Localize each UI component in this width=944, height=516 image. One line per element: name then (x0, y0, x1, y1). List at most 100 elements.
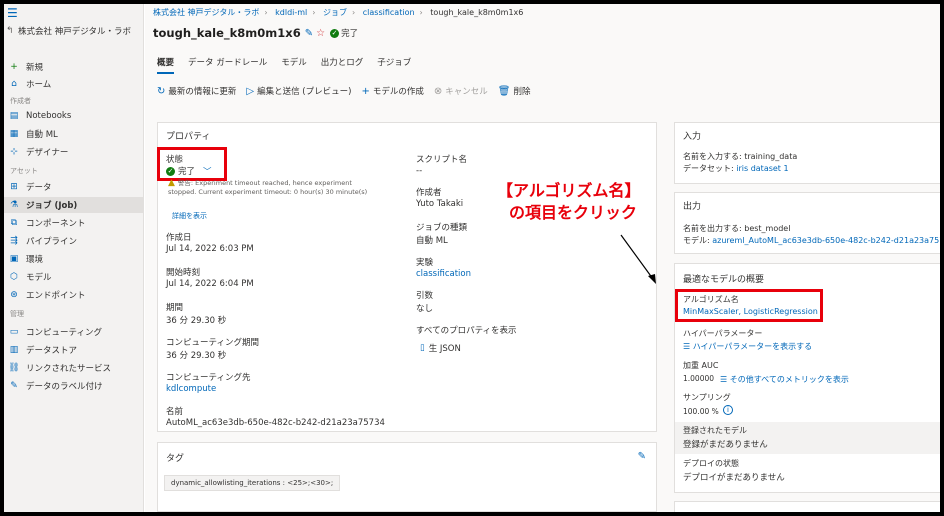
deploy-value: デプロイがまだありません (683, 473, 785, 483)
sidebar-item-designer[interactable]: ⊹ デザイナー (4, 144, 144, 160)
warning-message: ▲ 警告: Experiment timeout reached, hence e… (168, 178, 368, 197)
created-label: 作成日 (166, 233, 192, 243)
hyperparameter-link[interactable]: ☰ ハイパーパラメーターを表示する (683, 341, 812, 352)
created-value: Jul 14, 2022 6:03 PM (166, 244, 254, 254)
tab-outputs-logs[interactable]: 出力とログ (321, 56, 364, 74)
tab-models[interactable]: モデル (281, 56, 307, 74)
next-card (674, 501, 940, 512)
breadcrumb: 株式会社 神戸デジタル・ラボ › kdldi-ml › ジョブ › classific… (153, 8, 524, 17)
registered-model-section: 登録されたモデル 登録がまだありません (675, 422, 940, 454)
hamburger-icon[interactable]: ☰ (7, 6, 18, 20)
section-manage: 管理 (10, 310, 24, 318)
auc-value: 1.00000 (683, 374, 715, 383)
tag-pill: dynamic_allowlisting_iterations : <25>;<… (164, 475, 341, 491)
sidebar-item-new[interactable]: + 新規 (4, 59, 144, 75)
linked-services-icon: ⛓ (8, 363, 20, 373)
sidebar-item-jobs[interactable]: ⚗ ジョブ (Job) (4, 197, 144, 213)
notebook-icon: ▤ (9, 111, 19, 121)
output-model-row: モデル: azureml_AutoML_ac63e3db-650e-482c-b… (683, 235, 940, 246)
sidebar-item-components[interactable]: ⧉ コンポーネント (4, 215, 144, 231)
breadcrumb-jobs[interactable]: ジョブ (323, 8, 347, 17)
input-dataset-row: データセット: iris dataset 1 (683, 164, 789, 173)
script-label: スクリプト名 (416, 155, 468, 165)
metrics-link[interactable]: ☰ その他すべてのメトリックを表示 (720, 374, 849, 385)
compute-icon: ▭ (9, 327, 19, 337)
jobs-icon: ⚗ (9, 200, 19, 210)
output-header: 出力 (683, 202, 702, 212)
sidebar-item-compute[interactable]: ▭ コンピューティング (4, 324, 144, 340)
favorite-star-icon[interactable]: ☆ (316, 28, 325, 39)
job-type-label: ジョブの種類 (416, 223, 468, 233)
sidebar-item-endpoints[interactable]: ⊛ エンドポイント (4, 287, 144, 303)
sidebar-item-labeling[interactable]: ✎ データのラベル付け (4, 378, 144, 394)
input-card: 入力 名前を入力する: training_data データセット: iris d… (674, 122, 940, 184)
refresh-button[interactable]: ↻ 最新の情報に更新 (157, 85, 236, 98)
best-model-card: 最適なモデルの概要 アルゴリズム名 MinMaxScaler, Logistic… (674, 263, 940, 493)
edit-tags-icon[interactable]: ✎ (638, 451, 646, 462)
cancel-button[interactable]: ⊗ キャンセル (434, 85, 488, 98)
input-name: 名前を入力する: training_data (683, 152, 798, 161)
compute-target-label: コンピューティング先 (166, 373, 251, 383)
duration-value: 36 分 29.30 秒 (166, 316, 227, 326)
tags-card: タグ ✎ dynamic_allowlisting_iterations : <… (157, 442, 657, 512)
experiment-label: 実験 (416, 258, 434, 268)
warning-triangle-icon: ▲ (168, 178, 175, 188)
section-assets: アセット (10, 167, 38, 175)
start-value: Jul 14, 2022 6:04 PM (166, 279, 254, 289)
breadcrumb-ml[interactable]: kdldi-ml (275, 8, 307, 17)
tab-overview[interactable]: 概要 (157, 56, 175, 74)
refresh-icon: ↻ (157, 85, 166, 97)
compute-duration-label: コンピューティング期間 (166, 338, 259, 348)
sidebar-item-models[interactable]: ⬡ モデル (4, 269, 144, 285)
title-row: tough_kale_k8m0m1x6 ✎ ☆ ✓ 完了 (153, 26, 358, 40)
sidebar-item-datastores[interactable]: ▥ データストア (4, 342, 144, 358)
details-link[interactable]: 詳細を表示 (172, 211, 207, 221)
environment-icon: ▣ (9, 254, 19, 264)
home-icon: ⌂ (11, 79, 17, 89)
tab-child-jobs[interactable]: 子ジョブ (377, 56, 411, 74)
sidebar-item-pipelines[interactable]: ⇶ パイプライン (4, 233, 144, 249)
job-type-value: 自動 ML (416, 236, 448, 246)
create-model-button[interactable]: + モデルの作成 (361, 85, 423, 98)
app-frame: ☰ ↰ 株式会社 神戸デジタル・ラボ + 新規 ⌂ ホーム 作成者 ▤ Noteboo… (4, 4, 940, 512)
sidebar-item-automl[interactable]: ▦ 自動 ML (4, 126, 144, 142)
model-link[interactable]: azureml_AutoML_ac63e3db-650e-482c-b242-d… (712, 236, 940, 245)
dataset-link[interactable]: iris dataset 1 (736, 164, 788, 173)
compute-target-link[interactable]: kdlcompute (166, 384, 216, 394)
sidebar-item-linked-services[interactable]: ⛓ リンクされたサービス (4, 360, 144, 376)
edit-submit-button[interactable]: ▷ 編集と送信 (プレビュー) (246, 85, 351, 98)
list-icon: ☰ (683, 342, 693, 351)
breadcrumb-experiment[interactable]: classification (363, 8, 415, 17)
toolbar: ↻ 最新の情報に更新 ▷ 編集と送信 (プレビュー) + モデルの作成 ⊗ キャンセル … (157, 85, 540, 98)
page-title: tough_kale_k8m0m1x6 (153, 26, 301, 40)
author-value: Yuto Takaki (416, 199, 464, 209)
start-label: 開始時刻 (166, 268, 201, 278)
experiment-link[interactable]: classification (416, 269, 471, 279)
sidebar-item-home[interactable]: ⌂ ホーム (4, 76, 144, 92)
workspace-switcher[interactable]: ↰ 株式会社 神戸デジタル・ラボ (6, 24, 142, 38)
hyperparameter-label: ハイパーパラメーター (683, 329, 763, 338)
raw-json-link[interactable]: ▯ 生 JSON (420, 342, 461, 354)
sidebar-item-notebooks[interactable]: ▤ Notebooks (4, 108, 144, 124)
tab-bar: 概要 データ ガードレール モデル 出力とログ 子ジョブ (157, 56, 425, 74)
sidebar-item-data[interactable]: ⊞ データ (4, 179, 144, 195)
all-properties-label: すべてのプロパティを表示 (416, 326, 517, 336)
labeling-icon: ✎ (10, 381, 18, 391)
auc-label: 加重 AUC (683, 361, 719, 370)
deploy-label: デプロイの状態 (683, 459, 739, 468)
success-check-icon: ✓ (330, 28, 340, 38)
sidebar: ☰ ↰ 株式会社 神戸デジタル・ラボ + 新規 ⌂ ホーム 作成者 ▤ Noteboo… (4, 4, 144, 512)
list-icon: ☰ (720, 375, 730, 384)
automl-icon: ▦ (9, 129, 19, 139)
tab-data-guardrails[interactable]: データ ガードレール (188, 56, 267, 74)
breadcrumb-workspace[interactable]: 株式会社 神戸デジタル・ラボ (153, 8, 259, 17)
info-icon[interactable]: i (723, 405, 733, 415)
delete-button[interactable]: 🗑 削除 (498, 85, 531, 98)
sidebar-item-environments[interactable]: ▣ 環境 (4, 251, 144, 267)
annotation-text-line2: の項目をクリック (509, 203, 638, 222)
properties-card: プロパティ 状態 ✓ 完了 ﹀ ▲ 警告: Experiment timeout … (157, 122, 657, 432)
script-value: -- (416, 166, 423, 176)
datastore-icon: ▥ (9, 345, 19, 355)
plus-icon: + (361, 85, 370, 97)
edit-pencil-icon[interactable]: ✎ (305, 28, 313, 39)
